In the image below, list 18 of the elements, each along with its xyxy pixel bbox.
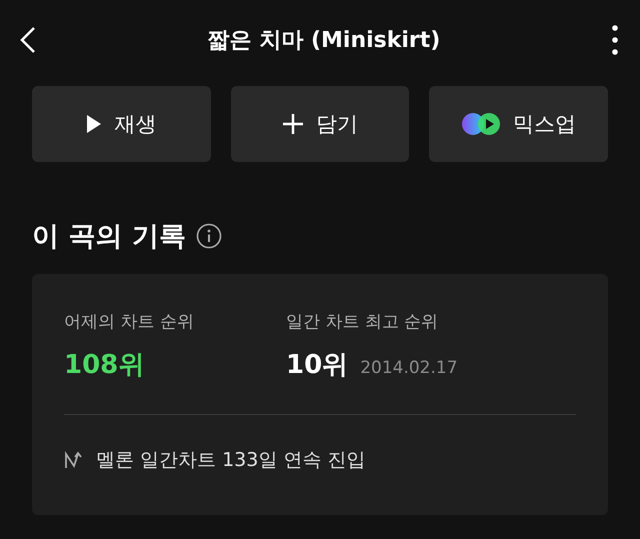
trend-icon bbox=[64, 451, 84, 469]
plus-icon bbox=[282, 113, 304, 135]
stat-value: 108위 bbox=[64, 349, 144, 382]
stat-value: 10위 bbox=[286, 349, 348, 382]
stat-label: 일간 차트 최고 순위 bbox=[286, 311, 440, 333]
mixup-icon bbox=[461, 112, 502, 136]
add-button[interactable]: 담기 bbox=[230, 86, 410, 162]
stat-date: 2014.02.17 bbox=[360, 358, 458, 378]
play-icon bbox=[86, 114, 102, 134]
mixup-button[interactable]: 믹스업 bbox=[429, 86, 608, 162]
song-title: 짧은 치마 (Miniskirt) bbox=[208, 27, 440, 55]
streak-text: 멜론 일간차트 133일 연속 진입 bbox=[96, 448, 366, 473]
play-button[interactable]: 재생 bbox=[32, 86, 211, 162]
more-button[interactable] bbox=[612, 25, 618, 55]
back-button[interactable] bbox=[20, 26, 36, 54]
section-title: 이 곡의 기록 bbox=[32, 220, 186, 254]
stat-label: 어제의 차트 순위 bbox=[64, 311, 195, 333]
info-icon[interactable] bbox=[196, 223, 222, 249]
